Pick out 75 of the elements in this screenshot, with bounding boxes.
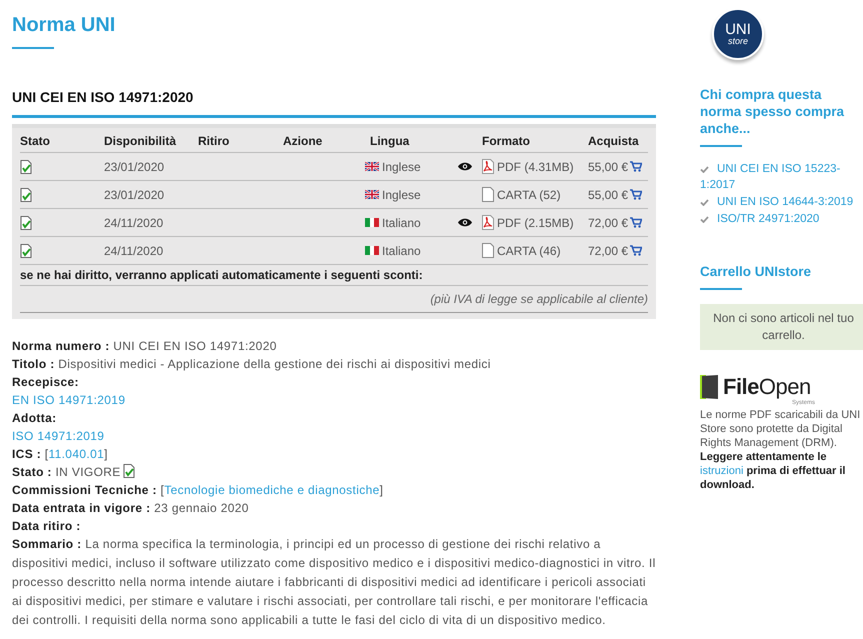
detail-link[interactable]: Tecnologie biomediche e diagnostiche [164,483,380,497]
language: Inglese [382,160,421,174]
uk-flag-icon [365,162,379,171]
related-heading: Chi compra questa norma spesso compra anche... [700,86,846,137]
detail-text: Data entrata in vigore : 23 gennaio 2020 [12,501,249,515]
standard-link[interactable]: EN ISO 14971:2019 [12,393,126,407]
detail-text: Sommario : La norma specifica la terminologia, i principi ed un processo di gestione dei rischi relativo a dispositivi medici, incluso il software utilizzato come dispositivo medico e i dispositivi medico-diagnostici in vitro. Il processo descritto nella norma intende aiutare i fabbricanti di dispositivi medici ad identificare i pericoli associati ai dispositivi medici, per stimare e valutare i rischi associati, per controllare tali rischi, e per monitorare l'efficacia dei controlli. I requisiti della norma sono applicabili a tutte le fasi del ciclo di vita di un dispositivo medico. [12,537,656,627]
column-header: Acquista [588,134,639,148]
language: Italiano [382,244,421,258]
unistore-logo[interactable]: UNI store [712,8,764,60]
column-header: Stato [20,134,50,148]
pdf-file-icon [482,215,494,230]
cart-icon[interactable] [630,161,642,172]
detail-text: Norma numero : UNI CEI EN ISO 14971:2020 [12,339,277,353]
detail-text: Commissioni Tecniche : [Tecnologie biomediche e diagnostiche] [12,483,384,497]
discount-note: se ne hai diritto, verranno applicati automaticamente i seguenti sconti: [20,268,423,282]
check-icon [700,216,709,223]
column-header: Lingua [370,134,410,148]
column-header: Azione [283,134,322,148]
cart-message: Non ci sono articoli nel tuo carrello. [700,304,863,350]
price: 72,00 € [588,216,628,230]
paper-file-icon [482,243,494,258]
standard-link[interactable]: ISO 14971:2019 [12,429,104,443]
page-title: Norma UNI [12,14,116,37]
italy-flag-icon [365,246,379,255]
availability-date: 24/11/2020 [104,216,164,230]
related-link[interactable]: ISO/TR 24971:2020 [700,211,863,227]
detail-label: Recepisce: [12,375,79,389]
format: CARTA (52) [497,188,561,202]
price: 55,00 € [588,188,628,202]
detail-label: Data ritiro : [12,519,81,533]
availability-date: 23/01/2020 [104,188,164,202]
document-check-icon [20,244,32,258]
document-check-icon [20,216,32,230]
drm-text: Le norme PDF scaricabili da UNI Store sono protette da Digital Rights Management (DRM). [700,408,862,450]
price: 72,00 € [588,244,628,258]
cart-icon[interactable] [630,217,642,228]
detail-text: Titolo : Dispositivi medici - Applicazione della gestione dei rischi ai dispositivi medici [12,357,491,371]
check-icon [700,199,709,206]
language: Inglese [382,188,421,202]
cart-icon[interactable] [630,189,642,200]
detail-link[interactable]: 11.040.01 [48,447,104,461]
format: PDF (4.31MB) [497,160,574,174]
column-header: Ritiro [198,134,230,148]
detail-label: Adotta: [12,411,56,425]
paper-file-icon [482,187,494,202]
language: Italiano [382,216,421,230]
format: CARTA (46) [497,244,561,258]
document-check-icon [20,160,32,174]
italy-flag-icon [365,218,379,227]
pdf-file-icon [482,159,494,174]
price: 55,00 € [588,160,628,174]
cart-heading: Carrello UNIstore [700,263,812,280]
document-check-icon [122,464,135,478]
related-link[interactable]: UNI EN ISO 14644-3:2019 [700,194,863,210]
cart-icon[interactable] [630,245,642,256]
door-icon [700,375,720,399]
standard-heading: UNI CEI EN ISO 14971:2020 [12,89,194,105]
instructions-link[interactable]: istruzioni [700,465,744,477]
download-notice: Leggere attentamente le istruzioni prima di effettuar il download. [700,450,846,492]
format: PDF (2.15MB) [497,216,574,230]
detail-text: Stato : IN VIGORE [12,465,121,479]
column-header: Disponibilità [104,134,176,148]
fileopen-logo-text: FileOpen [723,374,811,400]
availability-date: 23/01/2020 [104,160,164,174]
related-link[interactable]: UNI CEI EN ISO 15223-1:2017 [700,161,863,193]
column-header: Formato [482,134,530,148]
detail-text: ICS : [11.040.01] [12,447,108,461]
check-icon [700,166,709,173]
vat-note: (più IVA di legge se applicabile al cliente) [430,292,648,306]
uk-flag-icon [365,190,379,199]
eye-icon[interactable] [458,162,472,171]
eye-icon[interactable] [458,218,472,227]
availability-date: 24/11/2020 [104,244,164,258]
document-check-icon [20,188,32,202]
